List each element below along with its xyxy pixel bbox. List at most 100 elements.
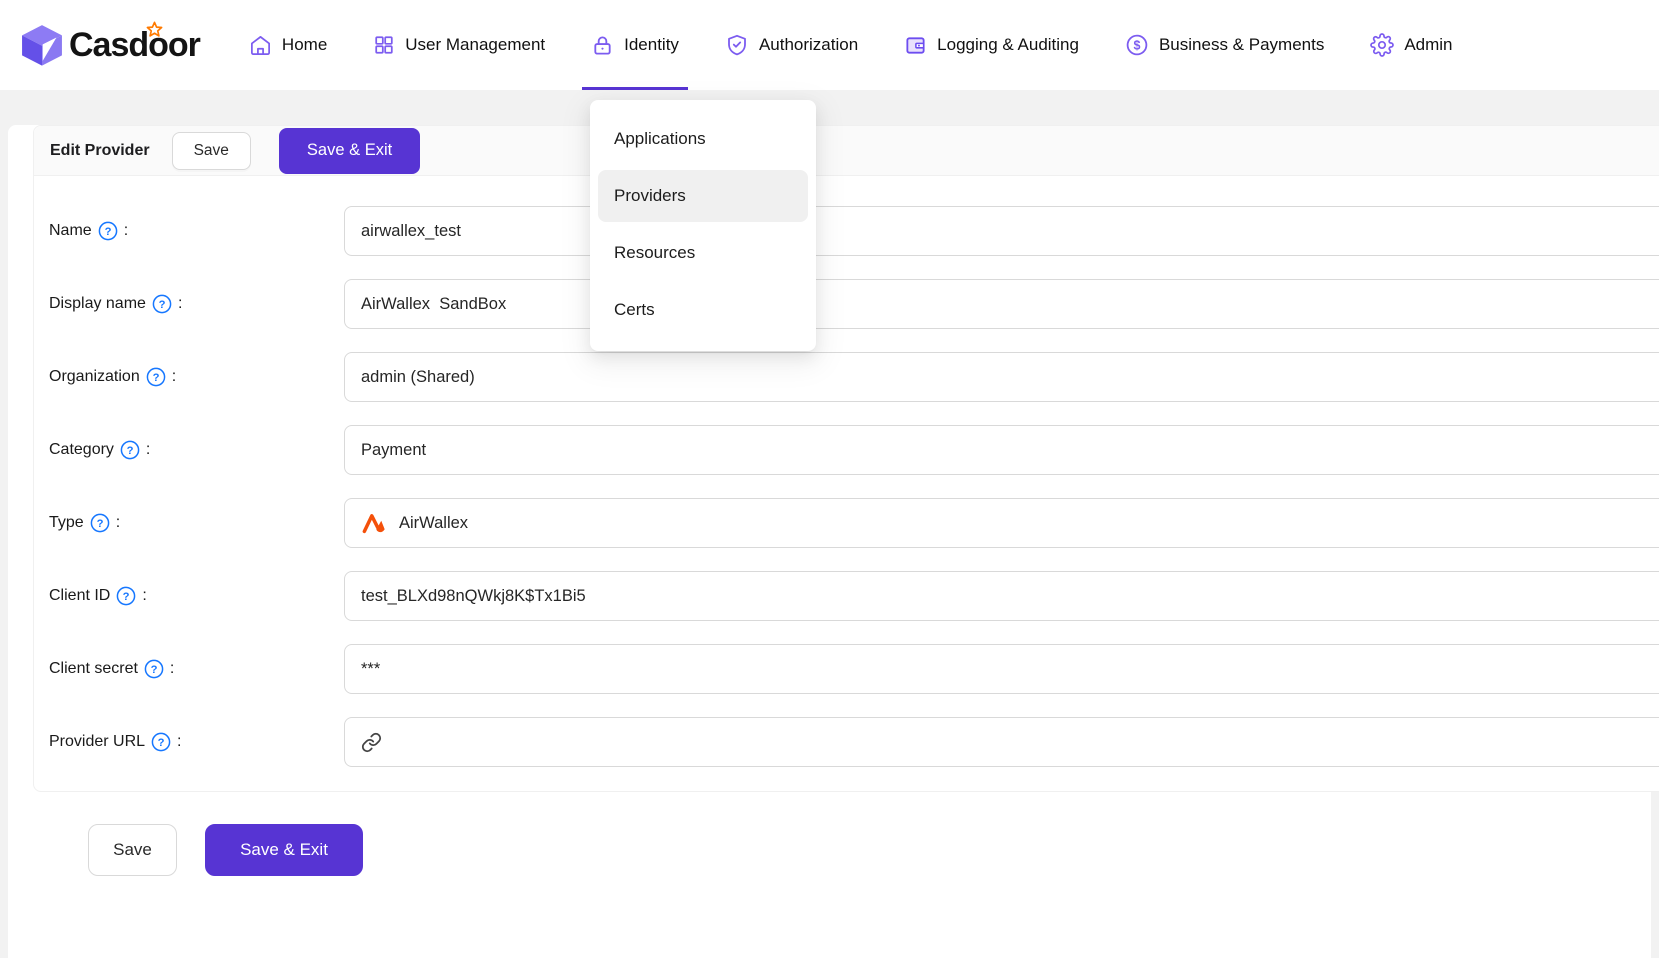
form-row-category: Category ? : Payment [49,425,1659,475]
question-circle-icon[interactable]: ? [116,586,136,606]
svg-text:?: ? [126,445,133,457]
nav-item-label: Business & Payments [1159,35,1324,55]
menu-item-resources[interactable]: Resources [598,227,808,279]
top-nav: Casdoor Home User Management [0,0,1659,90]
cube-icon [20,23,64,67]
label-text: Display name [49,295,146,313]
menu-item-applications[interactable]: Applications [598,113,808,165]
card-header: Edit Provider Save Save & Exit [34,126,1659,176]
field-label: Display name ? : [49,294,344,314]
selected-value: Payment [361,441,426,460]
colon: : [172,368,176,386]
nav-item-identity[interactable]: Identity [568,0,702,90]
identity-dropdown-menu: Applications Providers Resources Certs [590,100,816,351]
gear-icon [1370,33,1394,57]
svg-text:?: ? [150,664,157,676]
menu-item-providers[interactable]: Providers [598,170,808,222]
nav-item-label: Logging & Auditing [937,35,1079,55]
link-icon [361,732,382,753]
client-id-input[interactable] [344,571,1659,621]
save-button-bottom[interactable]: Save [88,824,177,876]
nav-item-business-payments[interactable]: $ Business & Payments [1102,0,1347,90]
page-title: Edit Provider [50,142,150,160]
colon: : [177,733,181,751]
colon: : [170,660,174,678]
label-text: Type [49,514,84,532]
form-row-name: Name ? : [49,206,1659,256]
field-label: Type ? : [49,513,344,533]
field-label: Name ? : [49,221,344,241]
main-menu: Home User Management Identity [226,0,1476,90]
label-text: Client ID [49,587,110,605]
question-circle-icon[interactable]: ? [90,513,110,533]
selected-value: AirWallex [399,514,468,533]
form-row-client-secret: Client secret ? : [49,644,1659,694]
field-label: Provider URL ? : [49,732,344,752]
label-text: Client secret [49,660,138,678]
provider-url-input[interactable] [393,718,1654,766]
nav-item-user-management[interactable]: User Management [350,0,568,90]
colon: : [146,441,150,459]
type-select[interactable]: AirWallex [344,498,1659,548]
svg-text:?: ? [104,226,111,238]
page-footer: Save Save & Exit [88,824,1651,876]
svg-text:?: ? [96,518,103,530]
nav-item-logging-auditing[interactable]: Logging & Auditing [881,0,1102,90]
nav-item-authorization[interactable]: Authorization [702,0,881,90]
grid-icon [373,34,395,56]
form-row-client-id: Client ID ? : [49,571,1659,621]
page-content: Edit Provider Save Save & Exit Name ? : [8,125,1651,958]
question-circle-icon[interactable]: ? [98,221,118,241]
casdoor-logo[interactable]: Casdoor [20,23,200,67]
colon: : [178,295,182,313]
question-circle-icon[interactable]: ? [120,440,140,460]
colon: : [124,222,128,240]
label-text: Organization [49,368,140,386]
organization-select[interactable]: admin (Shared) [344,352,1659,402]
question-circle-icon[interactable]: ? [151,732,171,752]
lock-icon [591,34,614,57]
nav-item-admin[interactable]: Admin [1347,0,1475,90]
nav-item-label: Home [282,35,327,55]
save-and-exit-button[interactable]: Save & Exit [279,128,420,174]
client-secret-input[interactable] [344,644,1659,694]
edit-provider-card: Edit Provider Save Save & Exit Name ? : [33,125,1659,792]
wallet-icon [904,34,927,57]
svg-text:?: ? [152,372,159,384]
question-circle-icon[interactable]: ? [152,294,172,314]
dollar-circle-icon: $ [1125,33,1149,57]
svg-text:?: ? [123,591,130,603]
brand-name: Casdoor [69,26,200,65]
save-and-exit-button-bottom[interactable]: Save & Exit [205,824,363,876]
question-circle-icon[interactable]: ? [146,367,166,387]
nav-item-label: Authorization [759,35,858,55]
shield-check-icon [725,33,749,57]
label-text: Name [49,222,92,240]
field-label: Client ID ? : [49,586,344,606]
form-row-organization: Organization ? : admin (Shared) [49,352,1659,402]
save-button[interactable]: Save [172,132,251,170]
menu-item-certs[interactable]: Certs [598,284,808,336]
form-row-type: Type ? : AirWallex [49,498,1659,548]
colon: : [142,587,146,605]
svg-text:$: $ [1133,39,1140,53]
home-icon [249,34,272,57]
display-name-input[interactable] [344,279,1659,329]
nav-item-label: Identity [624,35,679,55]
airwallex-icon [361,510,388,537]
category-select[interactable]: Payment [344,425,1659,475]
star-icon [146,21,163,38]
nav-item-home[interactable]: Home [226,0,350,90]
nav-item-label: User Management [405,35,545,55]
selected-value: admin (Shared) [361,368,475,387]
field-label: Organization ? : [49,367,344,387]
nav-item-label: Admin [1404,35,1452,55]
question-circle-icon[interactable]: ? [144,659,164,679]
colon: : [116,514,120,532]
card-body: Name ? : Display name ? : [34,176,1659,791]
name-input[interactable] [344,206,1659,256]
provider-url-field[interactable] [344,717,1659,767]
label-text: Category [49,441,114,459]
field-label: Client secret ? : [49,659,344,679]
form-row-display-name: Display name ? : [49,279,1659,329]
